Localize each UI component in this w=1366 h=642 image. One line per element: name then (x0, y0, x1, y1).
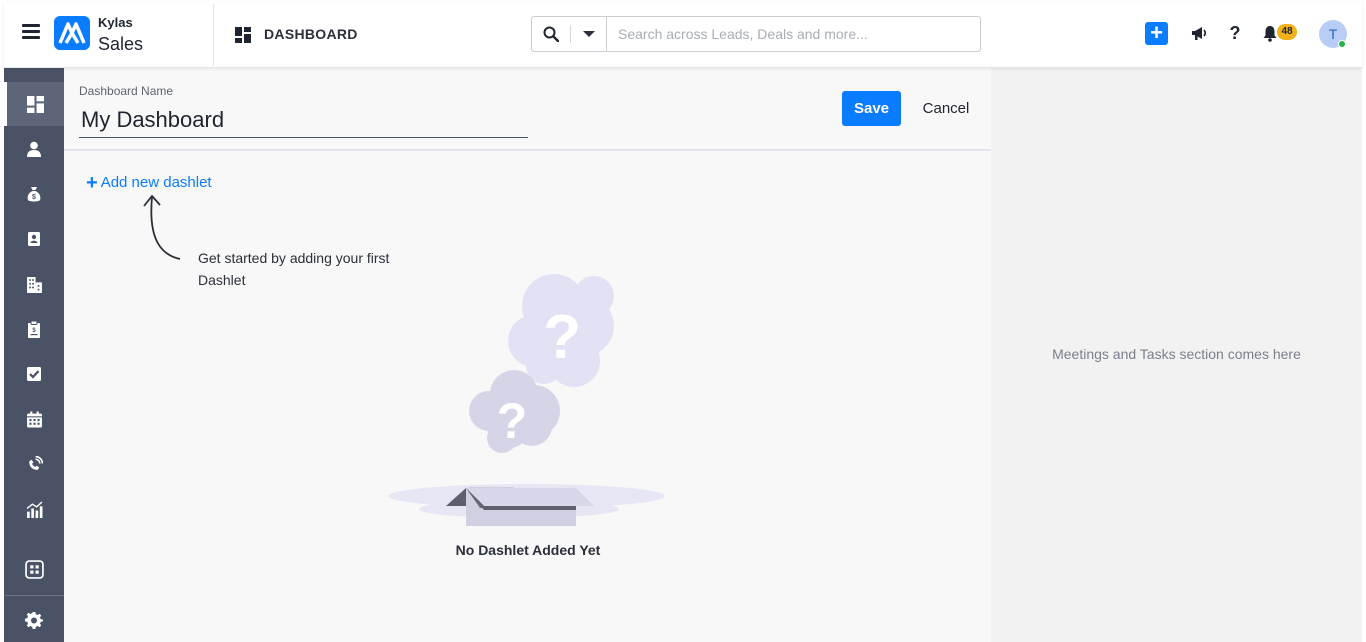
sidebar-item-contacts[interactable] (4, 217, 64, 261)
svg-text:$: $ (32, 194, 36, 201)
sidebar-item-tasks[interactable] (4, 352, 64, 396)
header-divider (213, 4, 214, 66)
sidebar-item-leads[interactable] (4, 127, 64, 171)
online-status-dot (1338, 40, 1346, 48)
calendar-icon (26, 411, 42, 427)
svg-text:?: ? (543, 303, 581, 372)
money-bag-icon: $ (27, 187, 41, 202)
meetings-tasks-panel: Meetings and Tasks section comes here (991, 68, 1362, 642)
dashboard-grid-icon (235, 27, 251, 43)
task-checkbox-icon (27, 367, 41, 381)
sidebar: $ $ (4, 68, 64, 642)
deal-clipboard-icon: $ (28, 320, 40, 338)
hamburger-menu-icon[interactable] (22, 24, 40, 40)
sidebar-separator (4, 595, 64, 596)
dashboard-icon (27, 95, 44, 113)
curved-arrow-icon (143, 195, 181, 260)
sidebar-item-calls[interactable] (4, 442, 64, 486)
search-input[interactable] (610, 17, 978, 51)
empty-box-illustration: ? ? (389, 274, 665, 526)
apps-grid-icon (24, 559, 44, 579)
sidebar-item-companies[interactable] (4, 262, 64, 306)
global-search (531, 16, 981, 52)
phone-call-icon (28, 455, 43, 470)
dashboard-name-input[interactable] (79, 102, 528, 138)
sidebar-item-deals[interactable]: $ (4, 172, 64, 216)
sidebar-item-dashboard[interactable] (4, 82, 64, 126)
dashboard-name-label: Dashboard Name (79, 84, 174, 98)
dashboard-editor: Dashboard Name Save Cancel + Add new das… (64, 68, 991, 642)
reports-chart-icon (26, 501, 42, 518)
company-building-icon (26, 276, 42, 293)
announcement-megaphone-icon[interactable] (1188, 22, 1210, 44)
top-bar: Kylas Sales DASHBOARD + ? (4, 2, 1362, 68)
search-icon[interactable] (532, 17, 570, 51)
svg-text:?: ? (497, 393, 528, 449)
page-title: DASHBOARD (264, 26, 358, 42)
header-divider-line (64, 149, 991, 151)
chevron-down-icon (582, 31, 595, 37)
settings-gear-icon (25, 612, 43, 629)
contacts-person-icon (27, 141, 41, 157)
sidebar-item-apps[interactable] (4, 547, 64, 591)
add-dashlet-link[interactable]: + Add new dashlet (86, 171, 212, 194)
save-button[interactable]: Save (842, 91, 901, 126)
search-scope-dropdown[interactable] (571, 17, 607, 51)
plus-icon: + (86, 171, 98, 194)
notifications-count-badge: 48 (1277, 24, 1297, 40)
sidebar-item-reports[interactable] (4, 487, 64, 531)
brand-name: Kylas (98, 15, 133, 30)
add-dashlet-label: Add new dashlet (100, 174, 212, 191)
cancel-button[interactable]: Cancel (912, 91, 980, 126)
sidebar-item-meetings[interactable] (4, 397, 64, 441)
quick-add-button[interactable]: + (1145, 22, 1168, 45)
contact-card-icon (28, 232, 40, 246)
help-icon[interactable]: ? (1224, 22, 1246, 44)
sidebar-item-quotes[interactable]: $ (4, 307, 64, 351)
kylas-logo-icon (54, 16, 90, 50)
meetings-tasks-placeholder: Meetings and Tasks section comes here (1052, 346, 1301, 362)
brand-product: Sales (98, 34, 144, 54)
empty-state-title: No Dashlet Added Yet (455, 542, 601, 558)
sidebar-item-settings[interactable] (4, 598, 64, 642)
